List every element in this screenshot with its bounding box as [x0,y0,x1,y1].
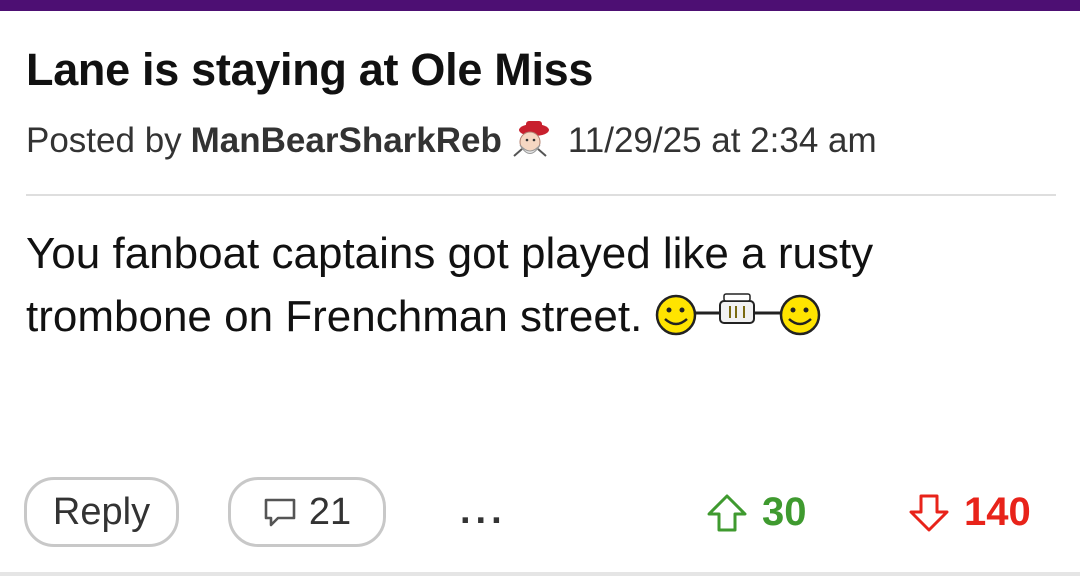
more-options-button[interactable]: ... [460,492,507,530]
arrow-down-icon [909,494,949,531]
upvote-count: 30 [762,490,807,534]
header-divider [26,194,1056,196]
posted-by-label: Posted by [26,121,182,160]
speech-bubble-icon [264,498,296,527]
upvote-button[interactable]: 30 [706,490,807,535]
bottom-divider [0,572,1080,576]
post-title: Lane is staying at Ole Miss [26,44,594,95]
post-timestamp: 11/29/25 at 2:34 am [567,121,877,160]
reply-button[interactable]: Reply [24,477,179,547]
colonel-reb-avatar-icon [508,118,554,164]
downvote-button[interactable]: 140 [908,490,1031,535]
author-link[interactable]: ManBearSharkReb [191,121,502,161]
arrow-up-icon [707,494,747,531]
post-meta: Posted by ManBearSharkReb 11/29/25 at 2:… [26,118,877,164]
smiley-binoculars-smiley-emote [652,289,824,354]
comments-button[interactable]: 21 [228,477,386,547]
comment-count: 21 [308,490,352,533]
downvote-count: 140 [964,490,1031,534]
post-body: You fanboat captains got played like a r… [26,222,1066,354]
top-accent-bar [0,0,1080,11]
